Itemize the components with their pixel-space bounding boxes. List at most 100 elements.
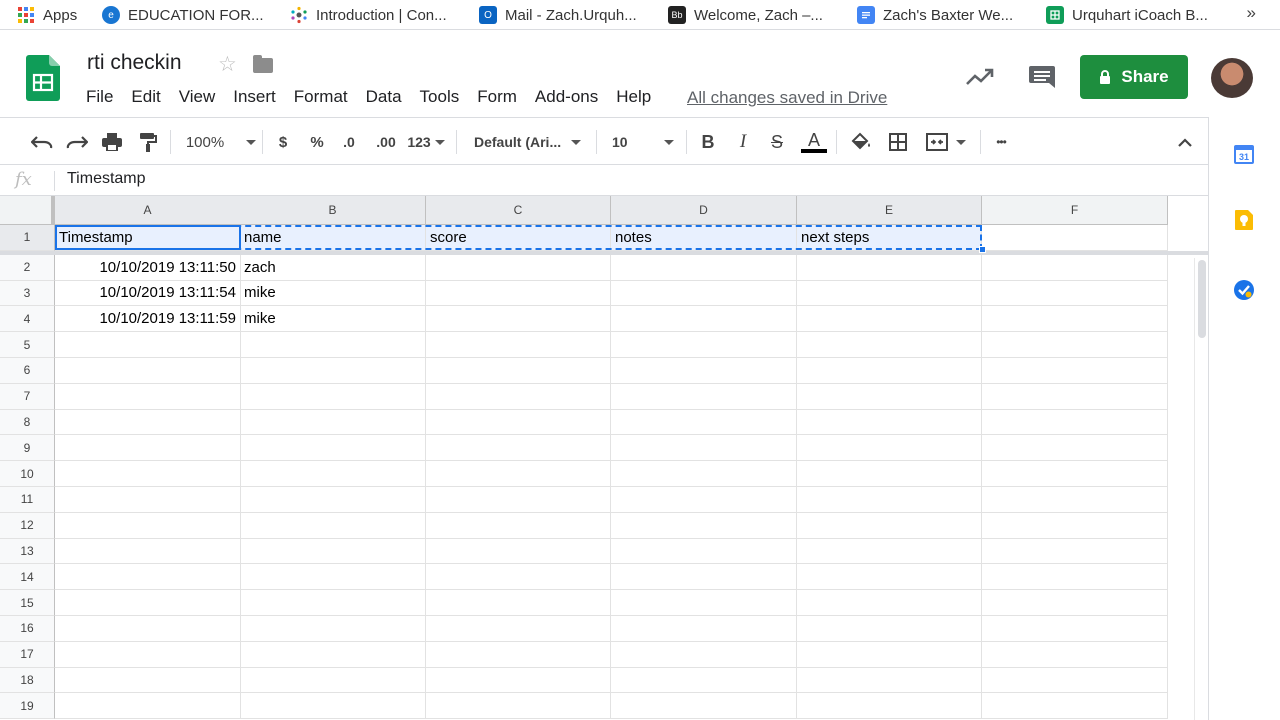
borders-icon[interactable] — [886, 130, 910, 154]
cell-b1[interactable]: name — [240, 225, 426, 251]
cell-b3[interactable]: mike — [240, 280, 426, 307]
cell-c19[interactable] — [426, 693, 611, 720]
cell-c11[interactable] — [426, 487, 611, 513]
cell-e12[interactable] — [797, 512, 982, 539]
cell-d12[interactable] — [611, 512, 797, 539]
cell-f9[interactable] — [982, 435, 1168, 462]
cell-f1[interactable] — [982, 225, 1168, 251]
bookmarks-overflow-button[interactable]: » — [1247, 3, 1256, 23]
more-options-button[interactable]: ••• — [989, 130, 1013, 154]
fill-color-icon[interactable] — [849, 130, 873, 154]
cell-a7[interactable] — [55, 383, 241, 410]
row-header[interactable]: 4 — [0, 306, 55, 333]
row-header[interactable]: 7 — [0, 383, 55, 410]
strikethrough-button[interactable]: S — [766, 130, 788, 154]
select-all-corner[interactable] — [0, 196, 55, 225]
merge-cells-button[interactable] — [922, 130, 970, 154]
save-status-link[interactable]: All changes saved in Drive — [687, 88, 887, 108]
document-title[interactable]: rti checkin — [87, 51, 182, 75]
bookmark-mail[interactable]: O Mail - Zach.Urquh... — [479, 5, 637, 25]
share-button[interactable]: Share — [1080, 55, 1188, 99]
cell-a2[interactable]: 10/10/2019 13:11:50 — [55, 254, 241, 281]
cell-c13[interactable] — [426, 538, 611, 565]
cell-b16[interactable] — [240, 616, 426, 642]
menu-help[interactable]: Help — [616, 87, 651, 107]
cell-a9[interactable] — [55, 435, 241, 462]
cell-f10[interactable] — [982, 461, 1168, 487]
paint-format-icon[interactable] — [136, 130, 160, 154]
cell-a1[interactable]: Timestamp — [55, 225, 241, 251]
frozen-row-divider[interactable] — [0, 251, 1208, 255]
tasks-icon[interactable] — [1233, 279, 1255, 301]
cell-d14[interactable] — [611, 564, 797, 591]
menu-form[interactable]: Form — [477, 87, 517, 107]
cell-a14[interactable] — [55, 564, 241, 591]
zoom-select[interactable]: 100% — [185, 130, 257, 154]
cell-d16[interactable] — [611, 616, 797, 642]
row-header[interactable]: 13 — [0, 538, 55, 565]
cell-b17[interactable] — [240, 641, 426, 668]
cell-c7[interactable] — [426, 383, 611, 410]
cell-d10[interactable] — [611, 461, 797, 487]
cell-e7[interactable] — [797, 383, 982, 410]
collapse-menus-icon[interactable] — [1174, 130, 1196, 154]
cell-a15[interactable] — [55, 590, 241, 616]
cell-e6[interactable] — [797, 358, 982, 384]
menu-addons[interactable]: Add-ons — [535, 87, 598, 107]
cell-a6[interactable] — [55, 358, 241, 384]
row-header[interactable]: 19 — [0, 693, 55, 720]
cell-c10[interactable] — [426, 461, 611, 487]
cell-c5[interactable] — [426, 332, 611, 358]
decrease-decimals-button[interactable]: .0 — [337, 130, 361, 154]
column-header-e[interactable]: E — [797, 196, 982, 225]
cell-c2[interactable] — [426, 254, 611, 281]
font-size-select[interactable]: 10 — [612, 130, 678, 154]
cell-a4[interactable]: 10/10/2019 13:11:59 — [55, 306, 241, 333]
row-header[interactable]: 11 — [0, 487, 55, 513]
cell-e1[interactable]: next steps — [797, 225, 982, 251]
cell-c8[interactable] — [426, 409, 611, 436]
cell-d19[interactable] — [611, 693, 797, 720]
bold-button[interactable]: B — [697, 130, 719, 154]
cell-f11[interactable] — [982, 487, 1168, 513]
cell-f8[interactable] — [982, 409, 1168, 436]
cell-b19[interactable] — [240, 693, 426, 720]
cell-f14[interactable] — [982, 564, 1168, 591]
cell-c12[interactable] — [426, 512, 611, 539]
cell-b15[interactable] — [240, 590, 426, 616]
cell-c14[interactable] — [426, 564, 611, 591]
cell-a19[interactable] — [55, 693, 241, 720]
row-header[interactable]: 15 — [0, 590, 55, 616]
row-header[interactable]: 5 — [0, 332, 55, 358]
cell-d2[interactable] — [611, 254, 797, 281]
cell-d9[interactable] — [611, 435, 797, 462]
cell-e14[interactable] — [797, 564, 982, 591]
cell-e15[interactable] — [797, 590, 982, 616]
scrollbar-thumb[interactable] — [1198, 260, 1206, 338]
cell-a5[interactable] — [55, 332, 241, 358]
cell-d13[interactable] — [611, 538, 797, 565]
row-header[interactable]: 3 — [0, 280, 55, 307]
cell-f16[interactable] — [982, 616, 1168, 642]
comment-icon[interactable] — [1028, 64, 1056, 90]
more-formats-select[interactable]: 123 — [406, 130, 446, 154]
cell-c9[interactable] — [426, 435, 611, 462]
row-header[interactable]: 17 — [0, 641, 55, 668]
row-header[interactable]: 12 — [0, 512, 55, 539]
cell-d1[interactable]: notes — [611, 225, 797, 251]
cell-b2[interactable]: zach — [240, 254, 426, 281]
cell-c17[interactable] — [426, 641, 611, 668]
cell-f2[interactable] — [982, 254, 1168, 281]
cell-f15[interactable] — [982, 590, 1168, 616]
cell-a8[interactable] — [55, 409, 241, 436]
cell-a13[interactable] — [55, 538, 241, 565]
cell-e4[interactable] — [797, 306, 982, 333]
cell-e11[interactable] — [797, 487, 982, 513]
cell-e13[interactable] — [797, 538, 982, 565]
folder-icon[interactable] — [253, 55, 273, 73]
cell-e18[interactable] — [797, 667, 982, 694]
column-header-f[interactable]: F — [982, 196, 1168, 225]
row-header[interactable]: 10 — [0, 461, 55, 487]
cell-b8[interactable] — [240, 409, 426, 436]
menu-insert[interactable]: Insert — [233, 87, 276, 107]
